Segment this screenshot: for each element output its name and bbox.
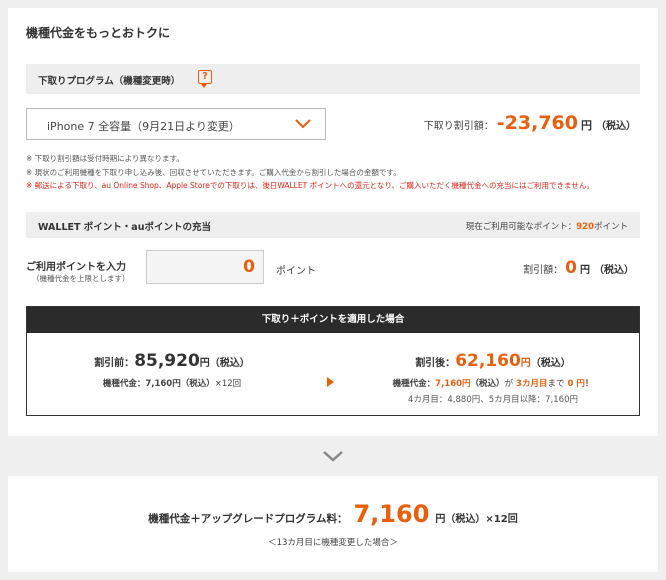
tradein-discount-tax: （税込）: [596, 121, 636, 132]
after-zero: 0 円: [567, 379, 585, 389]
section-title: 機種代金をもっとおトクに: [26, 26, 171, 40]
after-monthly-value: 7,160円: [435, 379, 471, 389]
tradein-card: 機種代金をもっとおトクに 下取りプログラム（機種変更時） ? iPhone 7 …: [8, 8, 658, 436]
tradein-discount-amount: -23,760: [496, 112, 578, 134]
device-select[interactable]: iPhone 7 全容量（9月21日より変更）: [26, 108, 326, 140]
before-monthly-label: 機種代金：: [102, 379, 146, 389]
notes: ※ 下取り割引額は受付時期により異なります。 ※ 現状のご利用機種を下取り申し込…: [26, 152, 594, 193]
note-item: ※ 現状のご利用機種を下取り申し込み後、回収させていただきます。ご購入代金から割…: [26, 167, 401, 177]
final-times: ×12回: [485, 514, 518, 525]
after-amount: 62,160: [455, 351, 521, 371]
summary-box: 下取り＋ポイントを適用した場合 割引前：85,920円（税込） 機種代金：7,1…: [26, 306, 640, 416]
points-discount-unit: 円: [580, 265, 590, 276]
available-points-prefix: 現在ご利用可能なポイント：: [465, 222, 577, 232]
points-input-label: ご利用ポイントを入力: [26, 262, 126, 273]
before-monthly-value: 7,160円: [145, 379, 181, 389]
before-amount: 85,920: [134, 351, 200, 371]
points-discount-amount: 0: [565, 258, 577, 278]
summary-header: 下取り＋ポイントを適用した場合: [27, 307, 639, 333]
after-detail: 4カ月目：4,880円、5カ月目以降：7,160円: [408, 395, 578, 405]
after-made: まで: [547, 379, 565, 389]
final-price: 機種代金＋アップグレードプログラム料： 7,160 円（税込）×12回: [8, 500, 658, 528]
after-tax: （税込）: [530, 358, 571, 369]
after-bang: ！: [584, 379, 594, 389]
before-monthly-tax: （税込）: [180, 379, 215, 389]
available-points-suffix: ポイント: [593, 222, 628, 232]
after-monthly-label: 機種代金：: [392, 379, 436, 389]
final-tax: （税込）: [445, 514, 486, 525]
points-bar-label: WALLET ポイント・auポイントの充当: [38, 222, 211, 233]
tradein-bar: 下取りプログラム（機種変更時） ?: [26, 64, 640, 94]
points-input-unit: ポイント: [276, 266, 316, 277]
before-label: 割引前：: [94, 358, 135, 369]
note-warning: ※ 郵送による下取り、au Online Shop、Apple Storeでの下…: [26, 181, 594, 190]
final-label: 機種代金＋アップグレードプログラム料：: [148, 513, 348, 525]
help-icon[interactable]: ?: [198, 70, 212, 88]
tradein-bar-label: 下取りプログラム（機種変更時）: [38, 76, 181, 87]
final-amount: 7,160: [353, 500, 430, 528]
points-input[interactable]: 0: [146, 250, 264, 284]
after-month-highlight: 3カ月目: [516, 379, 548, 389]
chevron-down-icon: [323, 451, 343, 462]
points-discount-tax: （税込）: [594, 265, 634, 276]
tradein-discount-unit: 円: [581, 119, 592, 132]
available-points: 現在ご利用可能なポイント：920ポイント: [466, 220, 628, 232]
after-monthly: 機種代金：7,160円（税込）が 3カ月目まで 0 円！: [347, 377, 639, 389]
points-input-value: 0: [243, 257, 255, 277]
before-unit: 円: [199, 358, 210, 369]
chevron-down-icon: [295, 119, 311, 129]
final-price-card: 機種代金＋アップグレードプログラム料： 7,160 円（税込）×12回 ＜13カ月目…: [8, 476, 658, 572]
tradein-discount: 下取り割引額： -23,760 円 （税込）: [424, 112, 636, 134]
points-discount: 割引額： 0 円 （税込）: [523, 258, 634, 278]
after-price: 割引後：62,160円（税込）: [347, 351, 639, 371]
after-unit: 円: [520, 358, 531, 369]
points-bar: WALLET ポイント・auポイントの充当 現在ご利用可能なポイント：920ポイ…: [26, 212, 640, 238]
right-arrow-icon: [327, 377, 334, 387]
after-monthly-tax: （税込）: [470, 379, 505, 389]
before-price: 割引前：85,920円（税込）: [27, 351, 317, 371]
before-monthly: 機種代金：7,160円（税込）×12回: [27, 377, 317, 389]
after-ga: が: [504, 379, 514, 389]
before-tax: （税込）: [209, 358, 250, 369]
available-points-value: 920: [576, 222, 594, 232]
before-monthly-suffix: ×12回: [214, 379, 242, 389]
note-item: ※ 下取り割引額は受付時期により異なります。: [26, 154, 184, 163]
points-discount-label: 割引額：: [523, 265, 564, 276]
tradein-discount-label: 下取り割引額：: [423, 121, 494, 132]
final-note: ＜13カ月目に機種変更した場合＞: [268, 538, 398, 548]
after-label: 割引後：: [415, 358, 456, 369]
points-input-sublabel: （機種代金を上限とします）: [32, 274, 130, 283]
final-unit: 円: [435, 514, 446, 525]
device-select-value: iPhone 7 全容量（9月21日より変更）: [47, 120, 240, 133]
